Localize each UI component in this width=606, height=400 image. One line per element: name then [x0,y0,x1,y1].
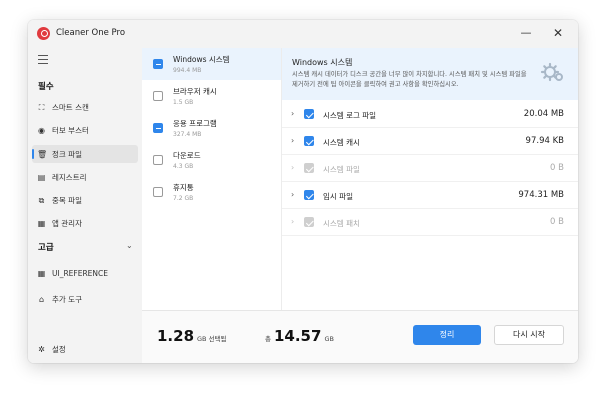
footer-bar: 1.28 GB 선택됨 총 14.57 GB 정리 다시 시작 [142,310,578,363]
category-item-applications[interactable]: 응용 프로그램 327.4 MB [142,112,281,144]
app-window: Cleaner One Pro — ✕ 필수 ⛶ 스마트 스캔 ◉ 터보 부스터… [28,20,578,363]
category-item-downloads[interactable]: 다운로드 4.3 GB [142,144,281,176]
chevron-right-icon: › [291,217,295,226]
row-checkbox[interactable] [304,109,314,119]
category-checkbox[interactable] [153,59,163,69]
sidebar-item-label: UI_REFERENCE [52,268,108,278]
row-name: 시스템 패치 [323,219,360,228]
row-size: 0 B [550,163,564,173]
category-item-windows-system[interactable]: Windows 시스템 994.4 MB [142,48,281,80]
category-name: Windows 시스템 [173,55,230,64]
app-title: Cleaner One Pro [56,28,126,38]
row-name: 시스템 파일 [323,165,360,174]
total-value: 14.57 [273,327,322,345]
gear-tip-icon[interactable] [540,62,566,84]
sidebar-item-label: 스마트 스캔 [52,102,89,112]
detail-row-system-files: › 시스템 파일 0 B [282,155,578,182]
sidebar-item-registry[interactable]: ▤ 레지스트리 [32,168,138,186]
duplicate-icon: ⧉ [38,195,45,205]
row-checkbox[interactable] [304,190,314,200]
detail-header: Windows 시스템 시스템 캐시 데이터가 디스크 공간을 너무 많이 차지… [282,48,578,100]
chevron-right-icon: › [291,163,295,172]
category-name: 브라우저 캐시 [173,87,217,96]
row-size: 0 B [550,217,564,227]
close-button[interactable]: ✕ [548,24,568,42]
row-size: 20.04 MB [523,109,564,119]
category-checkbox[interactable] [153,187,163,197]
chevron-right-icon[interactable]: › [291,109,294,118]
sidebar-item-settings[interactable]: ✲ 설정 [32,340,138,358]
gear-icon: ✲ [38,344,45,354]
sidebar-item-label: 중복 파일 [52,195,82,205]
hamburger-menu-icon[interactable] [38,55,48,66]
category-item-browser-cache[interactable]: 브라우저 캐시 1.5 GB [142,80,281,112]
title-bar: Cleaner One Pro — ✕ [28,20,578,48]
category-size: 4.3 GB [173,163,194,170]
registry-icon: ▤ [37,172,46,182]
app-logo-icon [37,27,50,40]
total-summary: 총 14.57 GB [265,327,334,345]
toolbox-icon: ⌂ [38,294,45,304]
chevron-right-icon[interactable]: › [291,136,294,145]
total-prefix: 총 [265,335,271,343]
trash-icon: 🗑 [37,149,48,159]
sidebar-item-duplicate-files[interactable]: ⧉ 중복 파일 [32,191,138,209]
detail-row-system-cache[interactable]: › 시스템 캐시 97.94 KB [282,128,578,155]
category-size: 327.4 MB [173,131,202,138]
row-name: 시스템 캐시 [323,138,360,147]
apps-icon: ▦ [37,218,46,228]
sidebar-item-label: 추가 도구 [52,294,82,304]
row-size: 974.31 MB [518,190,564,200]
category-checkbox[interactable] [153,123,163,133]
detail-description: 시스템 캐시 데이터가 디스크 공간을 너무 많이 차지합니다. 시스템 패치 … [292,71,527,88]
detail-panel: Windows 시스템 시스템 캐시 데이터가 디스크 공간을 너무 많이 차지… [282,48,578,310]
detail-row-temp-files[interactable]: › 임시 파일 974.31 MB [282,182,578,209]
rescan-button[interactable]: 다시 시작 [494,325,564,345]
sidebar-item-label: 정크 파일 [52,149,82,159]
booster-icon: ◉ [38,125,45,135]
sidebar-item-smart-scan[interactable]: ⛶ 스마트 스캔 [32,98,138,116]
section-advanced[interactable]: 고급 [38,241,54,253]
category-size: 7.2 GB [173,195,194,202]
row-checkbox [304,163,314,173]
row-checkbox[interactable] [304,136,314,146]
total-unit: GB [324,335,334,343]
chevron-right-icon[interactable]: › [291,190,294,199]
sidebar-item-label: 터보 부스터 [52,125,89,135]
detail-row-system-patch: › 시스템 패치 0 B [282,209,578,236]
category-name: 휴지통 [173,183,194,192]
minimize-button[interactable]: — [516,24,536,42]
category-size: 994.4 MB [173,67,202,74]
category-item-recycle-bin[interactable]: 휴지통 7.2 GB [142,176,281,208]
chevron-down-icon[interactable]: ⌄ [126,241,133,250]
sidebar: 필수 ⛶ 스마트 스캔 ◉ 터보 부스터 🗑 정크 파일 ▤ 레지스트리 ⧉ 중… [28,48,142,363]
sidebar-item-label: 레지스트리 [52,172,87,182]
category-name: 응용 프로그램 [173,119,217,128]
row-size: 97.94 KB [525,136,564,146]
row-name: 임시 파일 [323,192,353,201]
sidebar-item-junk-files[interactable]: 🗑 정크 파일 [32,145,138,163]
sidebar-item-turbo-booster[interactable]: ◉ 터보 부스터 [32,121,138,139]
sidebar-item-ui-reference[interactable]: ▦ UI_REFERENCE [32,264,138,282]
sidebar-item-label: 설정 [52,344,66,354]
selected-unit: GB 선택됨 [197,335,227,343]
grid-icon: ▦ [37,268,46,278]
scan-icon: ⛶ [38,102,45,112]
sidebar-item-app-manager[interactable]: ▦ 앱 관리자 [32,214,138,232]
section-essential: 필수 [38,82,54,92]
selected-summary: 1.28 GB 선택됨 [157,327,227,345]
row-name: 시스템 로그 파일 [323,111,377,120]
category-checkbox[interactable] [153,91,163,101]
category-list: Windows 시스템 994.4 MB 브라우저 캐시 1.5 GB 응용 프… [142,48,282,310]
sidebar-item-extra-tools[interactable]: ⌂ 추가 도구 [32,290,138,308]
category-checkbox[interactable] [153,155,163,165]
detail-title: Windows 시스템 [292,58,353,67]
row-checkbox [304,217,314,227]
selected-value: 1.28 [157,327,195,345]
detail-row-system-log[interactable]: › 시스템 로그 파일 20.04 MB [282,101,578,128]
category-size: 1.5 GB [173,99,194,106]
category-name: 다운로드 [173,151,201,160]
clean-button[interactable]: 정리 [413,325,481,345]
sidebar-item-label: 앱 관리자 [52,218,82,228]
